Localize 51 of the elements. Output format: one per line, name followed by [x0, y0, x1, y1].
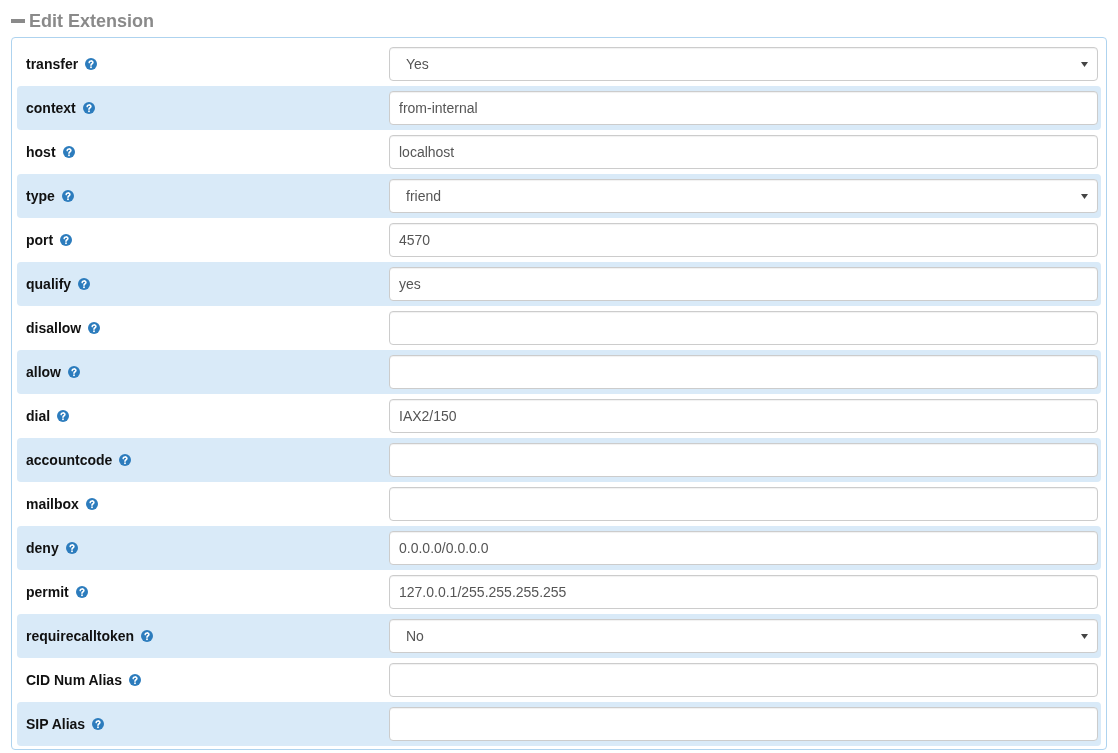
field-label: deny [26, 540, 59, 556]
input-field[interactable]: 4570 [389, 223, 1098, 257]
help-icon[interactable] [78, 278, 91, 290]
help-icon[interactable] [65, 542, 78, 554]
dropdown[interactable]: Yes [389, 47, 1098, 81]
help-icon[interactable] [62, 146, 75, 158]
help-icon[interactable] [60, 234, 73, 246]
field-label: context [26, 100, 76, 116]
help-icon[interactable] [88, 322, 101, 334]
input-field[interactable] [389, 355, 1098, 389]
field-label: CID Num Alias [26, 672, 122, 688]
input-field[interactable] [389, 707, 1098, 741]
help-icon[interactable] [57, 410, 70, 422]
help-icon[interactable] [61, 190, 74, 202]
field-label: transfer [26, 56, 79, 72]
input-field[interactable]: 127.0.0.1/255.255.255.255 [389, 575, 1098, 609]
caret-icon [1081, 62, 1088, 67]
help-icon[interactable] [92, 718, 105, 730]
field-label: accountcode [26, 452, 113, 468]
help-icon[interactable] [85, 58, 98, 70]
field-label: qualify [26, 276, 72, 292]
dropdown[interactable]: friend [389, 179, 1098, 213]
field-label: mailbox [26, 496, 79, 512]
input-field[interactable] [389, 487, 1098, 521]
help-icon[interactable] [82, 102, 95, 114]
field-label: allow [26, 364, 61, 380]
field-label: host [26, 144, 56, 160]
input-field[interactable]: yes [389, 267, 1098, 301]
help-icon[interactable] [75, 586, 88, 598]
field-label: disallow [26, 320, 82, 336]
help-icon[interactable] [119, 454, 132, 466]
input-field[interactable]: from-internal [389, 91, 1098, 125]
help-icon[interactable] [128, 674, 141, 686]
input-field[interactable]: localhost [389, 135, 1098, 169]
help-icon[interactable] [141, 630, 154, 642]
caret-icon [1081, 634, 1088, 639]
input-field[interactable]: IAX2/150 [389, 399, 1098, 433]
dropdown[interactable]: No [389, 619, 1098, 653]
field-label: requirecalltoken [26, 628, 135, 644]
caret-icon [1081, 194, 1088, 199]
help-icon[interactable] [68, 366, 80, 378]
field-label: dial [26, 408, 51, 424]
input-field[interactable] [389, 443, 1098, 477]
field-label: SIP Alias [26, 716, 86, 732]
field-label: permit [26, 584, 69, 600]
input-field[interactable] [389, 311, 1098, 345]
field-label: type [26, 188, 55, 204]
input-field[interactable] [389, 663, 1098, 697]
help-icon[interactable] [85, 498, 98, 510]
field-label: port [26, 232, 54, 248]
input-field[interactable]: 0.0.0.0/0.0.0.0 [389, 531, 1098, 565]
